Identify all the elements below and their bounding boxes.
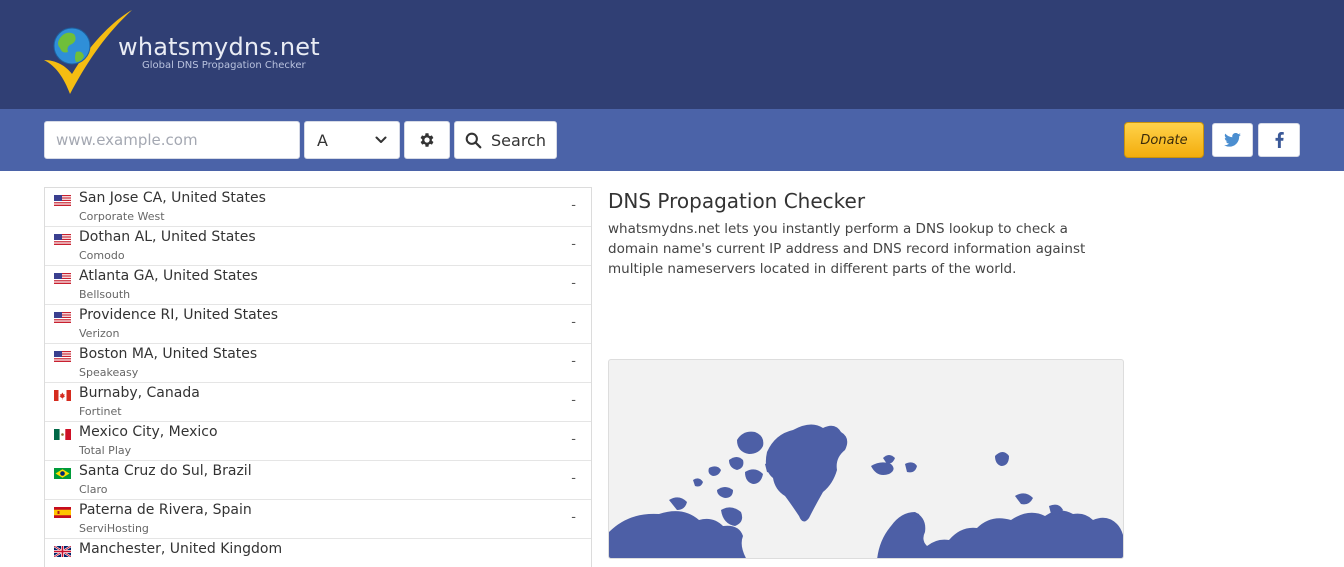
result-location: Dothan AL, United States — [79, 229, 256, 245]
result-provider: Claro — [79, 483, 108, 496]
result-row[interactable]: Manchester, United Kingdom — [45, 539, 591, 567]
result-row[interactable]: Burnaby, Canada Fortinet - — [45, 383, 591, 422]
result-value: - — [571, 354, 576, 369]
result-row[interactable]: Mexico City, Mexico Total Play - — [45, 422, 591, 461]
result-row[interactable]: Providence RI, United States Verizon - — [45, 305, 591, 344]
site-tagline: Global DNS Propagation Checker — [142, 60, 306, 71]
result-value: - — [571, 471, 576, 486]
page-title: DNS Propagation Checker — [608, 189, 866, 213]
result-value: - — [571, 315, 576, 330]
result-provider: Verizon — [79, 327, 120, 340]
facebook-share-button[interactable] — [1258, 123, 1300, 157]
result-provider: Bellsouth — [79, 288, 131, 301]
result-location: Atlanta GA, United States — [79, 268, 258, 284]
search-toolbar: A Search Donate — [0, 109, 1344, 171]
world-map-shapes — [609, 424, 1123, 558]
result-row[interactable]: San Jose CA, United States Corporate West… — [45, 188, 591, 227]
site-header: whatsmydns.net Global DNS Propagation Ch… — [0, 0, 1344, 109]
result-value: - — [571, 510, 576, 525]
world-map[interactable] — [608, 359, 1124, 559]
donate-button[interactable]: Donate — [1124, 122, 1204, 158]
record-type-select[interactable]: A — [304, 121, 400, 159]
twitter-share-button[interactable] — [1212, 123, 1253, 157]
site-name[interactable]: whatsmydns.net — [118, 33, 320, 61]
record-type-value: A — [317, 130, 328, 150]
result-value: - — [571, 276, 576, 291]
domain-input[interactable] — [44, 121, 300, 159]
result-value: - — [571, 237, 576, 252]
gear-icon — [420, 133, 434, 147]
facebook-icon — [1275, 132, 1284, 148]
search-button[interactable]: Search — [454, 121, 557, 159]
result-location: Boston MA, United States — [79, 346, 258, 362]
search-button-label: Search — [491, 130, 546, 150]
result-provider: Comodo — [79, 249, 125, 262]
page-description: whatsmydns.net lets you instantly perfor… — [608, 221, 1086, 277]
results-list: San Jose CA, United States Corporate West… — [44, 187, 592, 567]
result-row[interactable]: Dothan AL, United States Comodo - — [45, 227, 591, 266]
result-provider: ServiHosting — [79, 522, 149, 535]
result-location: Manchester, United Kingdom — [79, 541, 283, 557]
result-row[interactable]: Paterna de Rivera, Spain ServiHosting - — [45, 500, 591, 539]
result-location: San Jose CA, United States — [79, 190, 266, 206]
result-location: Mexico City, Mexico — [79, 424, 218, 440]
result-provider: Total Play — [79, 444, 132, 457]
settings-button[interactable] — [404, 121, 450, 159]
result-value: - — [571, 393, 576, 408]
twitter-icon — [1224, 133, 1241, 147]
result-row[interactable]: Boston MA, United States Speakeasy - — [45, 344, 591, 383]
result-location: Santa Cruz do Sul, Brazil — [79, 463, 252, 479]
result-location: Providence RI, United States — [79, 307, 279, 323]
result-provider: Fortinet — [79, 405, 122, 418]
result-location: Paterna de Rivera, Spain — [79, 502, 252, 518]
result-value: - — [571, 198, 576, 213]
magnifier-icon — [465, 132, 482, 148]
chevron-down-icon — [375, 136, 387, 143]
result-location: Burnaby, Canada — [79, 385, 200, 401]
result-value: - — [571, 432, 576, 447]
result-provider: Speakeasy — [79, 366, 139, 379]
result-row[interactable]: Santa Cruz do Sul, Brazil Claro - — [45, 461, 591, 500]
result-row[interactable]: Atlanta GA, United States Bellsouth - — [45, 266, 591, 305]
result-provider: Corporate West — [79, 210, 165, 223]
